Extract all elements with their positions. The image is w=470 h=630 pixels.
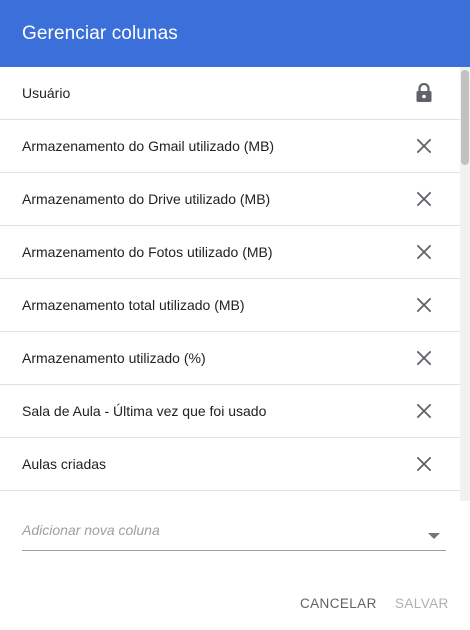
close-icon: [416, 350, 432, 366]
dialog-header: Gerenciar colunas: [0, 0, 470, 67]
column-row: Armazenamento utilizado (%): [0, 332, 460, 385]
column-label: Armazenamento do Gmail utilizado (MB): [22, 138, 275, 154]
column-label: Sala de Aula - Última vez que foi usado: [22, 403, 267, 419]
column-row: Usuário: [0, 67, 460, 120]
remove-column-button[interactable]: [410, 132, 438, 160]
column-label: Armazenamento utilizado (%): [22, 350, 206, 366]
columns-list: Usuário Armazenamento do Gmail utilizado …: [0, 67, 460, 491]
column-label: Armazenamento do Fotos utilizado (MB): [22, 244, 273, 260]
remove-column-button[interactable]: [410, 344, 438, 372]
remove-column-button[interactable]: [410, 238, 438, 266]
column-label: Armazenamento total utilizado (MB): [22, 297, 245, 313]
column-label: Aulas criadas: [22, 456, 107, 472]
column-row: Aulas criadas: [0, 438, 460, 491]
manage-columns-dialog: Gerenciar colunas Usuário Armazenamento d…: [0, 0, 470, 630]
lock-icon: [410, 79, 438, 107]
close-icon: [416, 191, 432, 207]
column-label: Armazenamento do Drive utilizado (MB): [22, 191, 271, 207]
dialog-title: Gerenciar colunas: [22, 22, 178, 44]
dropdown-arrow-icon: [427, 527, 441, 545]
close-icon: [416, 138, 432, 154]
column-row: Armazenamento do Fotos utilizado (MB): [0, 226, 460, 279]
scrollbar[interactable]: [460, 67, 470, 501]
close-icon: [416, 456, 432, 472]
close-icon: [416, 297, 432, 313]
cancel-button[interactable]: CANCELAR: [300, 596, 377, 611]
remove-column-button[interactable]: [410, 450, 438, 478]
remove-column-button[interactable]: [410, 185, 438, 213]
remove-column-button[interactable]: [410, 397, 438, 425]
add-column-select[interactable]: Adicionar nova coluna: [22, 511, 446, 551]
remove-column-button[interactable]: [410, 291, 438, 319]
columns-list-viewport: Usuário Armazenamento do Gmail utilizado …: [0, 67, 470, 501]
column-label: Usuário: [22, 85, 71, 101]
scrollbar-thumb[interactable]: [461, 70, 469, 165]
add-column-placeholder: Adicionar nova coluna: [22, 522, 160, 538]
save-button[interactable]: SALVAR: [395, 596, 449, 611]
close-icon: [416, 403, 432, 419]
close-icon: [416, 244, 432, 260]
column-row: Sala de Aula - Última vez que foi usado: [0, 385, 460, 438]
column-row: Armazenamento do Gmail utilizado (MB): [0, 120, 460, 173]
column-row: Armazenamento do Drive utilizado (MB): [0, 173, 460, 226]
column-row: Armazenamento total utilizado (MB): [0, 279, 460, 332]
